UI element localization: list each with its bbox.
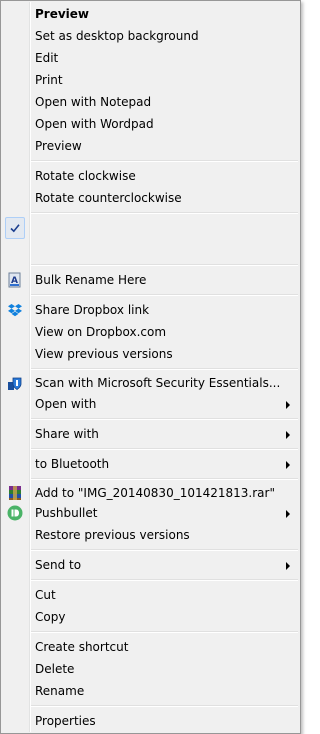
menu-item-edit[interactable]: Edit xyxy=(3,47,300,69)
menu-item-checked[interactable] xyxy=(3,217,300,239)
menu-item-label: Restore previous versions xyxy=(35,528,190,542)
menu-item-label: View on Dropbox.com xyxy=(35,325,167,339)
menu-item-label: Add to "IMG_20140830_101421813.rar" xyxy=(35,486,275,500)
menu-item-send-to[interactable]: Send to xyxy=(3,554,300,576)
menu-item-share-dropbox-link[interactable]: Share Dropbox link xyxy=(3,299,300,321)
menu-item-rotate-counterclockwise[interactable]: Rotate counterclockwise xyxy=(3,187,300,209)
pushbullet-icon xyxy=(7,505,23,521)
checkmark-icon xyxy=(10,224,20,233)
menu-item-label: Delete xyxy=(35,662,75,676)
menu-item-add-to-rar[interactable]: Add to "IMG_20140830_101421813.rar" xyxy=(3,482,300,504)
menu-item-label: Properties xyxy=(35,714,96,728)
menu-item-label: Cut xyxy=(35,588,56,602)
menu-item-share-with[interactable]: Share with xyxy=(3,423,300,445)
menu-item-label: Print xyxy=(35,73,63,87)
menu-item-open-with[interactable]: Open with xyxy=(3,393,300,415)
menu-item-rotate-clockwise[interactable]: Rotate clockwise xyxy=(3,165,300,187)
menu-item-label: Rotate clockwise xyxy=(35,169,136,183)
menu-separator xyxy=(31,160,298,162)
check-highlight xyxy=(5,217,25,239)
submenu-arrow-icon xyxy=(286,510,290,518)
menu-item-delete[interactable]: Delete xyxy=(3,658,300,680)
menu-item-label: Send to xyxy=(35,558,82,572)
menu-item-to-bluetooth[interactable]: to Bluetooth xyxy=(3,453,300,475)
menu-item-label: Pushbullet xyxy=(35,506,98,520)
menu-separator xyxy=(31,448,298,450)
menu-item-rename[interactable]: Rename xyxy=(3,680,300,702)
menu-item-copy[interactable]: Copy xyxy=(3,606,300,628)
menu-item-label: to Bluetooth xyxy=(35,457,110,471)
menu-item-view-previous-versions[interactable]: View previous versions xyxy=(3,343,300,365)
winrar-icon xyxy=(7,485,23,501)
menu-item-cut[interactable]: Cut xyxy=(3,584,300,606)
menu-item-label: Bulk Rename Here xyxy=(35,273,147,287)
menu-item-label: Share Dropbox link xyxy=(35,303,150,317)
submenu-arrow-icon xyxy=(286,431,290,439)
menu-item-restore-previous-versions[interactable]: Restore previous versions xyxy=(3,524,300,546)
menu-item-label: Set as desktop background xyxy=(35,29,199,43)
menu-item-label: Rotate counterclockwise xyxy=(35,191,182,205)
menu-item-label: Open with xyxy=(35,397,97,411)
bulk-rename-icon: A xyxy=(7,272,23,288)
menu-separator xyxy=(31,478,298,480)
menu-separator xyxy=(31,264,298,266)
menu-item-label: Scan with Microsoft Security Essentials.… xyxy=(35,376,281,390)
menu-item-set-desktop-background[interactable]: Set as desktop background xyxy=(3,25,300,47)
menu-item-label: Share with xyxy=(35,427,99,441)
menu-separator xyxy=(31,705,298,707)
menu-item-pushbullet[interactable]: Pushbullet xyxy=(3,502,300,524)
menu-item-label: Copy xyxy=(35,610,66,624)
menu-item-bulk-rename[interactable]: A Bulk Rename Here xyxy=(3,269,300,291)
menu-item-label: View previous versions xyxy=(35,347,173,361)
menu-separator xyxy=(31,631,298,633)
menu-item-preview-default[interactable]: Preview xyxy=(3,3,300,25)
menu-separator xyxy=(31,212,298,214)
menu-item-label: Edit xyxy=(35,51,59,65)
menu-item-open-with-wordpad[interactable]: Open with Wordpad xyxy=(3,113,300,135)
menu-item-label: Open with Notepad xyxy=(35,95,152,109)
menu-item-label: Preview xyxy=(35,139,82,153)
menu-item-open-with-notepad[interactable]: Open with Notepad xyxy=(3,91,300,113)
menu-item-label: Create shortcut xyxy=(35,640,129,654)
submenu-arrow-icon xyxy=(286,461,290,469)
menu-item-properties[interactable]: Properties xyxy=(3,710,300,732)
menu-item-label: Open with Wordpad xyxy=(35,117,154,131)
menu-separator xyxy=(31,294,298,296)
submenu-arrow-icon xyxy=(286,401,290,409)
dropbox-icon xyxy=(7,302,23,318)
menu-item-print[interactable]: Print xyxy=(3,69,300,91)
menu-item-preview[interactable]: Preview xyxy=(3,135,300,157)
menu-item-view-on-dropbox[interactable]: View on Dropbox.com xyxy=(3,321,300,343)
menu-separator xyxy=(31,418,298,420)
menu-separator xyxy=(31,368,298,370)
menu-item-label: Rename xyxy=(35,684,85,698)
menu-item-label: Preview xyxy=(35,7,90,21)
menu-item-scan-security-essentials[interactable]: Scan with Microsoft Security Essentials.… xyxy=(3,372,300,394)
context-menu: Preview Set as desktop background Edit P… xyxy=(0,0,301,734)
menu-separator xyxy=(31,579,298,581)
security-essentials-icon xyxy=(7,375,23,391)
menu-separator xyxy=(31,549,298,551)
submenu-arrow-icon xyxy=(286,562,290,570)
menu-item-create-shortcut[interactable]: Create shortcut xyxy=(3,636,300,658)
